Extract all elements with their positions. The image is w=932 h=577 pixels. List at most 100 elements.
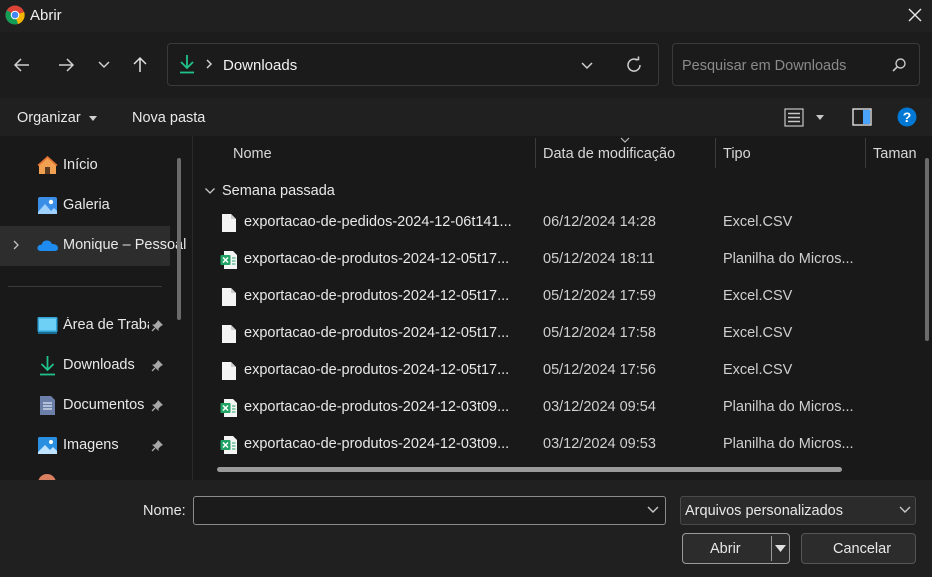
file-name: exportacao-de-produtos-2024-12-05t17... [244, 251, 510, 267]
file-name: exportacao-de-produtos-2024-12-05t17... [244, 288, 510, 304]
sidebar-item-home[interactable]: Início [0, 146, 170, 186]
pin-icon[interactable] [151, 399, 164, 412]
new-folder-button[interactable]: Nova pasta [132, 110, 205, 126]
cancel-button-label: Cancelar [833, 541, 892, 557]
sidebar-scrollbar[interactable] [177, 158, 181, 320]
column-divider[interactable] [535, 138, 536, 168]
csv-file-icon [220, 324, 238, 344]
address-history-button[interactable] [580, 59, 594, 73]
filename-label: Nome: [143, 503, 186, 519]
file-row[interactable]: exportacao-de-pedidos-2024-12-06t141... 0… [193, 205, 917, 242]
open-button-label: Abrir [710, 541, 741, 557]
file-row[interactable]: exportacao-de-produtos-2024-12-05t17... 0… [193, 279, 917, 316]
csv-file-icon [220, 213, 238, 233]
pin-icon[interactable] [151, 359, 164, 372]
column-header-size[interactable]: Taman [873, 146, 917, 162]
organize-label: Organizar [17, 110, 81, 126]
refresh-button[interactable] [625, 56, 643, 74]
horizontal-scrollbar[interactable] [217, 467, 842, 472]
arrow-right-icon [59, 58, 75, 72]
column-header-date[interactable]: Data de modificação [543, 146, 675, 162]
column-divider[interactable] [865, 138, 866, 168]
chevron-down-icon [898, 503, 912, 517]
csv-file-icon [220, 361, 238, 381]
download-icon [37, 355, 58, 376]
file-row[interactable]: exportacao-de-produtos-2024-12-05t17... 0… [193, 353, 917, 390]
up-button[interactable] [125, 50, 155, 80]
file-date: 06/12/2024 14:28 [543, 214, 656, 230]
file-date: 03/12/2024 09:53 [543, 436, 656, 452]
column-header-type[interactable]: Tipo [723, 146, 751, 162]
sidebar-divider [8, 286, 162, 287]
sidebar-item-documents[interactable]: Documentos [0, 386, 170, 426]
excel-file-icon [220, 250, 238, 270]
back-button[interactable] [7, 50, 37, 80]
recent-locations-button[interactable] [89, 50, 119, 80]
sidebar-item-label: Imagens [63, 437, 119, 453]
sidebar-item-label: Monique – Pessoal [63, 237, 187, 253]
sidebar-item-desktop[interactable]: Área de Trabalho [0, 306, 170, 346]
help-icon: ? [897, 107, 917, 127]
file-row[interactable]: exportacao-de-produtos-2024-12-03t09... 0… [193, 427, 917, 464]
expand-chevron-icon[interactable] [12, 239, 20, 251]
open-options-caret-icon[interactable] [775, 545, 786, 552]
file-row[interactable]: exportacao-de-produtos-2024-12-05t17... 0… [193, 242, 917, 279]
sidebar-item-gallery[interactable]: Galeria [0, 186, 170, 226]
file-type: Planilha do Micros... [723, 399, 854, 415]
sidebar-item-label: Downloads [63, 357, 135, 373]
svg-text:?: ? [903, 109, 912, 125]
filename-history-button[interactable] [646, 503, 660, 517]
navigation-pane: Início Galeria Monique – Pessoal Área de… [0, 136, 192, 480]
sidebar-item-pictures[interactable]: Imagens [0, 426, 170, 466]
sidebar-item-label: Documentos [63, 397, 145, 413]
vertical-scrollbar[interactable] [925, 158, 929, 341]
refresh-icon [627, 56, 641, 72]
title-bar [0, 0, 932, 32]
file-type: Planilha do Micros... [723, 251, 854, 267]
pictures-icon [37, 435, 58, 456]
pin-icon[interactable] [151, 439, 164, 452]
breadcrumb-downloads[interactable]: Downloads [223, 57, 297, 74]
sort-indicator-icon [620, 137, 630, 143]
column-divider[interactable] [715, 138, 716, 168]
file-date: 05/12/2024 17:56 [543, 362, 656, 378]
sidebar-item-downloads[interactable]: Downloads [0, 346, 170, 386]
file-type: Planilha do Micros... [723, 436, 854, 452]
arrow-left-icon [13, 58, 29, 72]
download-icon [178, 54, 196, 74]
preview-pane-button[interactable] [852, 108, 872, 126]
sidebar-item-onedrive[interactable]: Monique – Pessoal [0, 226, 186, 266]
file-type: Excel.CSV [723, 214, 793, 230]
group-header[interactable]: Semana passada [222, 183, 335, 199]
dialog-footer [0, 480, 932, 577]
file-name: exportacao-de-produtos-2024-12-03t09... [244, 399, 510, 415]
pin-icon[interactable] [151, 319, 164, 332]
onedrive-icon [37, 235, 59, 256]
file-name: exportacao-de-produtos-2024-12-03t09... [244, 436, 510, 452]
file-type-value: Arquivos personalizados [685, 503, 843, 519]
file-type: Excel.CSV [723, 325, 793, 341]
sidebar-item-label: Área de Trabalho [63, 317, 149, 333]
close-icon [908, 8, 922, 22]
help-button[interactable]: ? [897, 107, 917, 127]
column-header-name[interactable]: Nome [233, 146, 272, 162]
filename-input[interactable] [193, 496, 666, 525]
group-collapse-icon[interactable] [204, 186, 216, 196]
breadcrumb-separator-icon [205, 58, 213, 70]
file-row[interactable]: exportacao-de-produtos-2024-12-05t17... 0… [193, 316, 917, 353]
open-split-divider [771, 536, 772, 561]
file-type: Excel.CSV [723, 362, 793, 378]
file-name: exportacao-de-pedidos-2024-12-06t141... [244, 214, 512, 230]
search-input[interactable]: Pesquisar em Downloads [682, 58, 846, 74]
view-options-button[interactable] [784, 108, 828, 128]
file-name: exportacao-de-produtos-2024-12-05t17... [244, 362, 510, 378]
organize-menu[interactable]: Organizar [17, 110, 97, 126]
preview-pane-icon [852, 108, 872, 126]
caret-down-icon [88, 115, 97, 121]
sidebar-item-label: Galeria [63, 197, 110, 213]
search-icon[interactable] [891, 57, 907, 73]
sidebar-item-label: Início [63, 157, 98, 173]
forward-button[interactable] [51, 50, 81, 80]
close-button[interactable] [900, 2, 930, 28]
file-row[interactable]: exportacao-de-produtos-2024-12-03t09... 0… [193, 390, 917, 427]
